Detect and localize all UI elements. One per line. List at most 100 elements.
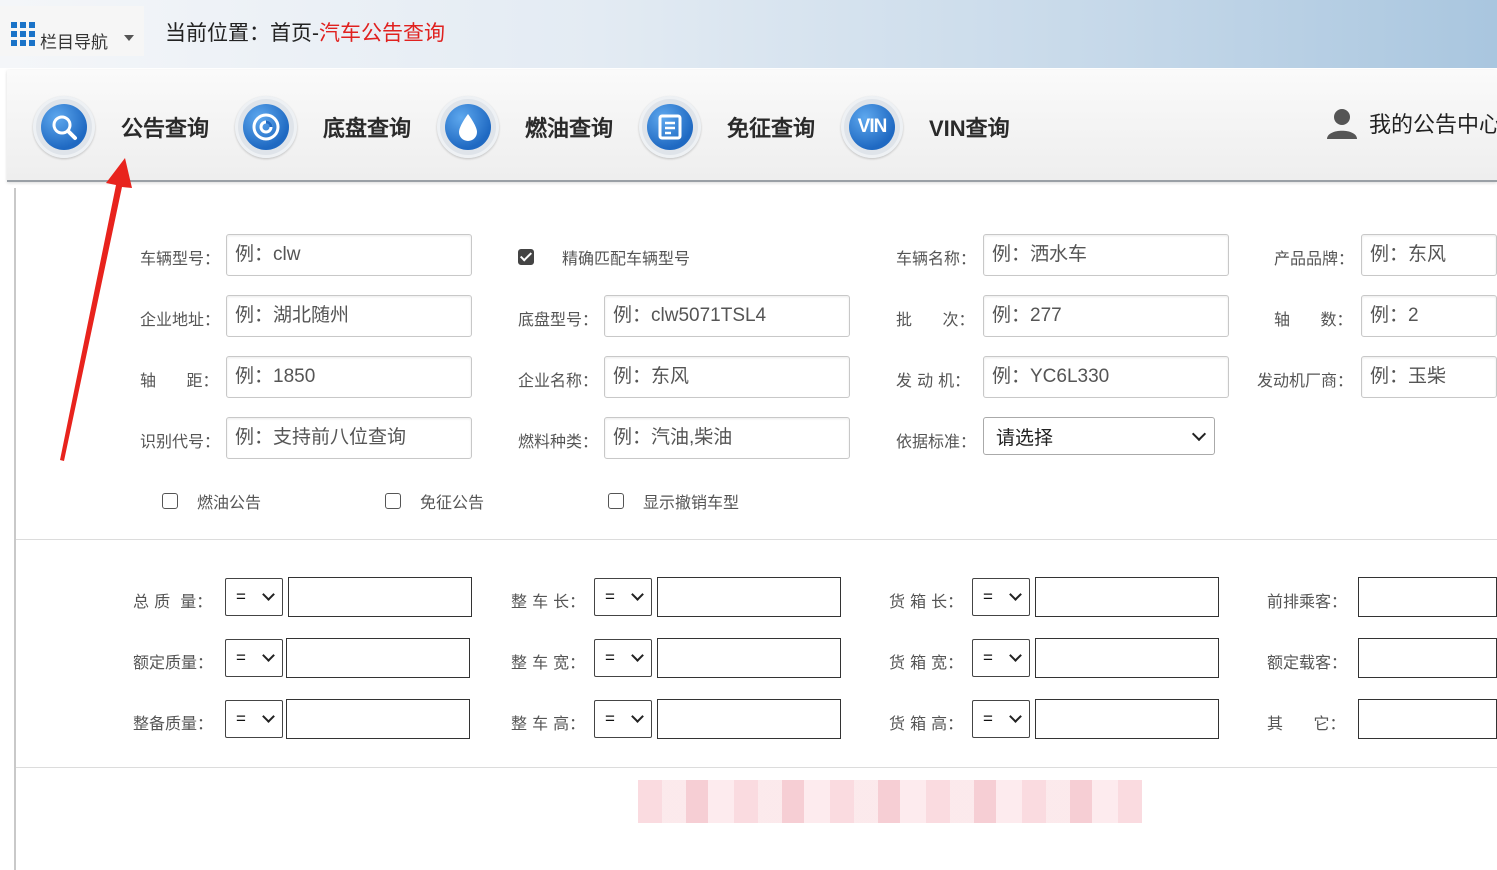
vin-code-label: 识别代号： bbox=[140, 432, 221, 451]
cargo-height-label: 货 箱 高： bbox=[889, 714, 964, 733]
tab-label: VIN查询 bbox=[929, 116, 1010, 141]
cargo-length-input[interactable] bbox=[1035, 577, 1219, 617]
section-divider bbox=[16, 539, 1497, 540]
brand-input[interactable] bbox=[1361, 234, 1497, 276]
breadcrumb: 当前位置：首页-汽车公告查询 bbox=[165, 17, 445, 47]
exemption-announcement-checkbox[interactable] bbox=[385, 493, 401, 509]
gross-mass-operator[interactable]: = bbox=[225, 578, 283, 616]
vehicle-height-operator[interactable]: = bbox=[594, 700, 652, 738]
vehicle-model-label: 车辆型号： bbox=[140, 249, 221, 268]
chassis-model-label: 底盘型号： bbox=[518, 310, 599, 329]
rated-passengers-label: 额定载客： bbox=[1267, 653, 1348, 672]
vehicle-height-input[interactable] bbox=[657, 699, 841, 739]
front-passengers-label: 前排乘客： bbox=[1267, 592, 1348, 611]
company-address-label: 企业地址： bbox=[140, 310, 221, 329]
tab-icon-frame bbox=[33, 96, 95, 158]
query-toolbar: 公告查询 底盘查询 燃油查询 免征查询 VIN VIN查询 我的公告中心 bbox=[7, 70, 1497, 182]
redacted-area bbox=[638, 780, 1142, 823]
my-announcement-center-link[interactable]: 我的公告中心 bbox=[1325, 106, 1497, 140]
operator-value: = bbox=[236, 648, 246, 667]
breadcrumb-prefix: 当前位置：首页- bbox=[165, 22, 319, 45]
my-announcement-center-label: 我的公告中心 bbox=[1369, 112, 1497, 137]
curb-mass-operator[interactable]: = bbox=[225, 700, 283, 738]
operator-value: = bbox=[605, 648, 615, 667]
front-passengers-input[interactable] bbox=[1358, 577, 1497, 617]
tab-icon-frame: VIN bbox=[841, 96, 903, 158]
cargo-width-operator[interactable]: = bbox=[972, 639, 1030, 677]
gross-mass-input[interactable] bbox=[288, 577, 472, 617]
tab-icon-frame bbox=[235, 96, 297, 158]
chevron-down-icon bbox=[262, 710, 275, 723]
vehicle-name-input[interactable] bbox=[983, 234, 1229, 276]
cargo-width-input[interactable] bbox=[1035, 638, 1219, 678]
fuel-announcement-label: 燃油公告 bbox=[197, 493, 262, 512]
cargo-width-label: 货 箱 宽： bbox=[889, 653, 964, 672]
standard-select-value: 请选择 bbox=[996, 427, 1054, 449]
chevron-down-icon bbox=[1009, 649, 1022, 662]
company-name-input[interactable] bbox=[604, 356, 850, 398]
rated-passengers-input[interactable] bbox=[1358, 638, 1497, 678]
breadcrumb-current: 汽车公告查询 bbox=[319, 22, 445, 45]
cargo-length-operator[interactable]: = bbox=[972, 578, 1030, 616]
column-nav-button[interactable]: 栏目导航 bbox=[0, 6, 144, 56]
operator-value: = bbox=[983, 709, 993, 728]
document-icon bbox=[647, 104, 693, 150]
chassis-model-input[interactable] bbox=[604, 295, 850, 337]
engine-label: 发 动 机： bbox=[896, 371, 971, 390]
operator-value: = bbox=[983, 587, 993, 606]
search-icon bbox=[41, 104, 87, 150]
engine-maker-input[interactable] bbox=[1361, 356, 1497, 398]
operator-value: = bbox=[605, 709, 615, 728]
exemption-announcement-label: 免征公告 bbox=[420, 493, 485, 512]
engine-maker-label: 发动机厂商： bbox=[1257, 371, 1354, 390]
other-label: 其 它： bbox=[1267, 714, 1346, 733]
brand-label: 产品品牌： bbox=[1274, 249, 1355, 268]
fuel-announcement-checkbox[interactable] bbox=[162, 493, 178, 509]
tab-vin-query[interactable]: VIN VIN查询 bbox=[841, 96, 1010, 158]
batch-input[interactable] bbox=[983, 295, 1229, 337]
vin-code-input[interactable] bbox=[226, 417, 472, 459]
column-nav-label: 栏目导航 bbox=[40, 33, 108, 52]
show-revoked-label: 显示撤销车型 bbox=[643, 493, 740, 512]
operator-value: = bbox=[236, 587, 246, 606]
axles-label: 轴 数： bbox=[1274, 310, 1353, 329]
vehicle-length-label: 整 车 长： bbox=[511, 592, 586, 611]
grid-icon bbox=[11, 22, 35, 46]
caret-down-icon bbox=[124, 35, 134, 41]
vehicle-length-input[interactable] bbox=[657, 577, 841, 617]
cargo-height-input[interactable] bbox=[1035, 699, 1219, 739]
curb-mass-label: 整备质量： bbox=[133, 714, 214, 733]
tab-label: 底盘查询 bbox=[323, 116, 412, 141]
wheelbase-input[interactable] bbox=[226, 356, 472, 398]
cargo-length-label: 货 箱 长： bbox=[889, 592, 964, 611]
chevron-down-icon bbox=[1009, 710, 1022, 723]
vehicle-width-operator[interactable]: = bbox=[594, 639, 652, 677]
gross-mass-label: 总 质 量： bbox=[133, 592, 213, 611]
tab-fuel-query[interactable]: 燃油查询 bbox=[437, 96, 613, 158]
show-revoked-checkbox[interactable] bbox=[608, 493, 624, 509]
tab-chassis-query[interactable]: 底盘查询 bbox=[235, 96, 411, 158]
vehicle-width-input[interactable] bbox=[657, 638, 841, 678]
company-address-input[interactable] bbox=[226, 295, 472, 337]
chevron-down-icon bbox=[1191, 426, 1207, 442]
vehicle-length-operator[interactable]: = bbox=[594, 578, 652, 616]
exact-match-checkbox[interactable] bbox=[518, 249, 534, 265]
chevron-down-icon bbox=[262, 588, 275, 601]
tab-announcement-query[interactable]: 公告查询 bbox=[33, 96, 209, 158]
standard-select[interactable]: 请选择 bbox=[983, 417, 1215, 455]
rated-mass-input[interactable] bbox=[286, 638, 470, 678]
chevron-down-icon bbox=[631, 649, 644, 662]
rated-mass-operator[interactable]: = bbox=[225, 639, 283, 677]
tab-exemption-query[interactable]: 免征查询 bbox=[639, 96, 815, 158]
axles-input[interactable] bbox=[1361, 295, 1497, 337]
vehicle-model-input[interactable] bbox=[226, 234, 472, 276]
chevron-down-icon bbox=[631, 710, 644, 723]
cargo-height-operator[interactable]: = bbox=[972, 700, 1030, 738]
tab-label: 燃油查询 bbox=[525, 116, 614, 141]
other-input[interactable] bbox=[1358, 699, 1497, 739]
operator-value: = bbox=[605, 587, 615, 606]
rated-mass-label: 额定质量： bbox=[133, 653, 214, 672]
fuel-type-input[interactable] bbox=[604, 417, 850, 459]
curb-mass-input[interactable] bbox=[286, 699, 470, 739]
engine-input[interactable] bbox=[983, 356, 1229, 398]
